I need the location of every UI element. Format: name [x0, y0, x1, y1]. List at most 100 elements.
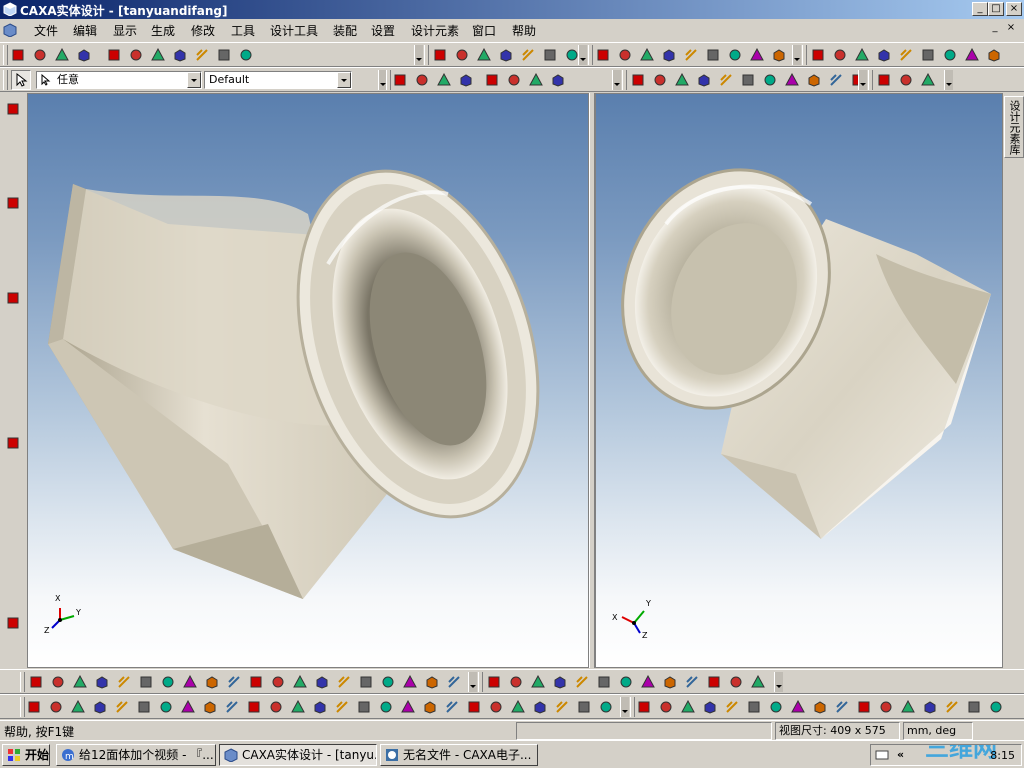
feature-tool-button[interactable]	[830, 45, 850, 65]
edit-tool-button[interactable]	[236, 45, 256, 65]
start-button[interactable]: 开始	[2, 744, 50, 766]
modify-tool-button[interactable]	[769, 45, 789, 65]
annotate-tool-button[interactable]	[810, 697, 830, 717]
sketch-tool-button[interactable]	[268, 672, 288, 692]
feature-tool-button[interactable]	[852, 45, 872, 65]
modify-tool-button[interactable]	[725, 45, 745, 65]
design-tool-button[interactable]	[452, 45, 472, 65]
toolbar-overflow-chevron[interactable]	[620, 697, 629, 717]
design-tool-button[interactable]	[518, 45, 538, 65]
standard-view-button[interactable]	[804, 70, 824, 90]
menu-assembly[interactable]: 装配	[333, 22, 357, 39]
toolbar-overflow-chevron[interactable]	[468, 672, 477, 692]
annotate-tool-button[interactable]	[964, 697, 984, 717]
annotate-tool-button[interactable]	[898, 697, 918, 717]
file-tool-button[interactable]	[52, 45, 72, 65]
modify-tool-button[interactable]	[593, 45, 613, 65]
feature-tool-button[interactable]	[940, 45, 960, 65]
render-mode-button[interactable]	[390, 70, 410, 90]
right-viewport[interactable]: Y X Z	[595, 93, 1003, 668]
display-option-button[interactable]	[896, 70, 916, 90]
draw-tool-button[interactable]	[178, 697, 198, 717]
draw-tool-button[interactable]	[288, 697, 308, 717]
view-mode-button[interactable]	[482, 70, 502, 90]
close-button[interactable]: ×	[1006, 2, 1022, 16]
draw-tool-button[interactable]	[354, 697, 374, 717]
draw-tool-button[interactable]	[442, 697, 462, 717]
taskbar-item-caxa-drafting[interactable]: 无名文件 - CAXA电子...	[380, 744, 538, 766]
file-tool-button[interactable]	[74, 45, 94, 65]
surface-tool-button[interactable]	[616, 672, 636, 692]
design-tool-button[interactable]	[540, 45, 560, 65]
draw-tool-button[interactable]	[24, 697, 44, 717]
edit-tool-button[interactable]	[170, 45, 190, 65]
feature-tool-button[interactable]	[874, 45, 894, 65]
feature-tool-button[interactable]	[962, 45, 982, 65]
sketch-tool-button[interactable]	[202, 672, 222, 692]
draw-tool-button[interactable]	[90, 697, 110, 717]
annotate-tool-button[interactable]	[854, 697, 874, 717]
sketch-tool-button[interactable]	[246, 672, 266, 692]
select-tool-button[interactable]	[11, 70, 31, 90]
menu-design-tools[interactable]: 设计工具	[270, 22, 318, 39]
draw-tool-button[interactable]	[376, 697, 396, 717]
annotate-tool-button[interactable]	[744, 697, 764, 717]
tray-expand-icon[interactable]: «	[897, 747, 904, 763]
toolbar-overflow-chevron[interactable]	[792, 45, 801, 65]
sketch-tool-button[interactable]	[180, 672, 200, 692]
modify-tool-button[interactable]	[637, 45, 657, 65]
standard-view-button[interactable]	[760, 70, 780, 90]
annotate-tool-button[interactable]	[876, 697, 896, 717]
pick-tool-button[interactable]	[3, 613, 23, 633]
toolbar-overflow-chevron[interactable]	[774, 672, 783, 692]
draw-tool-button[interactable]	[134, 697, 154, 717]
sketch-tool-button[interactable]	[334, 672, 354, 692]
annotate-tool-button[interactable]	[700, 697, 720, 717]
display-option-button[interactable]	[918, 70, 938, 90]
menu-modify[interactable]: 修改	[191, 22, 215, 39]
annotate-tool-button[interactable]	[986, 697, 1006, 717]
sketch-tool-button[interactable]	[312, 672, 332, 692]
toolbar-overflow-chevron[interactable]	[612, 70, 621, 90]
sketch-tool-button[interactable]	[422, 672, 442, 692]
sketch-tool-button[interactable]	[26, 672, 46, 692]
zoom-tool-button[interactable]	[3, 193, 23, 213]
edit-tool-button[interactable]	[126, 45, 146, 65]
toolbar-grip[interactable]	[3, 70, 8, 90]
minimize-button[interactable]: _	[972, 2, 988, 16]
draw-tool-button[interactable]	[486, 697, 506, 717]
sketch-tool-button[interactable]	[356, 672, 376, 692]
sketch-tool-button[interactable]	[290, 672, 310, 692]
toolbar-grip[interactable]	[622, 70, 627, 90]
sketch-tool-button[interactable]	[444, 672, 464, 692]
selection-filter-dropdown[interactable]: 任意	[36, 71, 202, 89]
doc-minimize-button[interactable]: _	[988, 22, 1002, 34]
surface-tool-button[interactable]	[638, 672, 658, 692]
design-tool-button[interactable]	[430, 45, 450, 65]
draw-tool-button[interactable]	[156, 697, 176, 717]
sketch-tool-button[interactable]	[400, 672, 420, 692]
toolbar-overflow-chevron[interactable]	[944, 70, 953, 90]
draw-tool-button[interactable]	[46, 697, 66, 717]
edit-tool-button[interactable]	[148, 45, 168, 65]
sketch-tool-button[interactable]	[92, 672, 112, 692]
navigate-tool-button[interactable]	[3, 99, 23, 119]
modify-tool-button[interactable]	[659, 45, 679, 65]
menu-help[interactable]: 帮助	[512, 22, 536, 39]
doc-close-button[interactable]: ×	[1004, 22, 1018, 34]
draw-tool-button[interactable]	[552, 697, 572, 717]
view-tool-button[interactable]	[3, 433, 23, 453]
annotate-tool-button[interactable]	[832, 697, 852, 717]
surface-tool-button[interactable]	[594, 672, 614, 692]
standard-view-button[interactable]	[650, 70, 670, 90]
sketch-tool-button[interactable]	[158, 672, 178, 692]
standard-view-button[interactable]	[716, 70, 736, 90]
draw-tool-button[interactable]	[200, 697, 220, 717]
draw-tool-button[interactable]	[398, 697, 418, 717]
sketch-tool-button[interactable]	[136, 672, 156, 692]
draw-tool-button[interactable]	[530, 697, 550, 717]
toolbar-overflow-chevron[interactable]	[414, 45, 423, 65]
modify-tool-button[interactable]	[681, 45, 701, 65]
surface-tool-button[interactable]	[528, 672, 548, 692]
edit-tool-button[interactable]	[214, 45, 234, 65]
